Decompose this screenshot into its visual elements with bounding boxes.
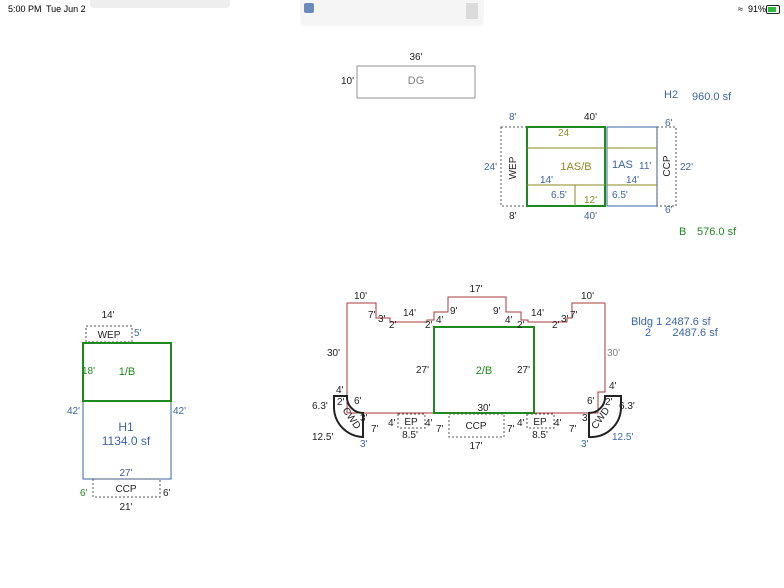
bldg-ccp-label: CCP [465, 421, 486, 432]
ep-right-4b: 4' [554, 418, 562, 429]
bldg-top-right-9: 9' [493, 306, 501, 317]
bldg-right-3b: 3' [582, 413, 590, 424]
dg-label: DG [408, 75, 425, 87]
ep-right-label: EP [533, 417, 547, 428]
h2-ccp-height-dim: 22' [680, 162, 693, 173]
sketch-canvas[interactable]: DG 36' 10' H2 960.0 sf WEP 1AS/B 1AS CCP… [0, 0, 784, 588]
h2-left-top-dim: 8' [509, 112, 517, 123]
h2-ccp-label: CCP [662, 155, 673, 176]
bldg-left-7: 7' [368, 310, 376, 321]
h2-bottom-dim: 40' [584, 211, 597, 222]
bldg-2b-label: 2/B [476, 365, 493, 377]
bldg-left-2b: 2' [425, 320, 433, 331]
bldg-left-63: 6.3' [312, 401, 328, 412]
bldg-left-10: 10' [354, 291, 367, 302]
bldg-left-14: 14' [403, 308, 416, 319]
h2-top-dim: 40' [584, 112, 597, 123]
h2-asb-label: 1AS/B [560, 161, 591, 173]
h2-area: 960.0 sf [692, 91, 732, 103]
h1-b-label: 1/B [119, 366, 136, 378]
bldg-right-10: 10' [581, 291, 594, 302]
bldg-left-4b: 4' [336, 385, 344, 396]
bldg-27-right: 27' [517, 365, 530, 376]
bldg-name-line2: 2 2487.6 sf [645, 327, 719, 339]
h2-wep-label: WEP [508, 156, 519, 179]
bldg-right-3c: 3' [581, 439, 589, 450]
bldg-left-30: 30' [327, 348, 340, 359]
h2-b-inner-dim: 6.5' [551, 190, 567, 201]
b-area: 576.0 sf [697, 226, 737, 238]
ep-left-4b: 4' [425, 418, 433, 429]
h1-name: H1 [118, 420, 134, 434]
h2-left-bottom-dim: 8' [509, 211, 517, 222]
bldg-left-3: 3' [378, 314, 386, 325]
h2-right-top-dim: 6' [665, 118, 673, 129]
h1-sketch[interactable]: WEP 14' 5' 1/B 18' 42' 42' H1 1134.0 sf … [67, 310, 186, 513]
bldg-right-4b: 4' [609, 381, 617, 392]
bldg-right-2a: 2' [517, 320, 525, 331]
h2-as-label: 1AS [612, 159, 633, 171]
h1-area: 1134.0 sf [102, 434, 151, 448]
h2-b-bottom-dim: 12' [584, 195, 597, 206]
bldg-left-125: 12.5' [312, 432, 333, 443]
bldg-left-7b: 7' [371, 424, 379, 435]
ep-left-label: EP [404, 417, 418, 428]
bldg-right-3: 3' [561, 314, 569, 325]
bldg-top-center-dim: 17' [469, 284, 482, 295]
bldg-right-125: 12.5' [612, 432, 633, 443]
cwd-right-label: CWD [590, 406, 613, 432]
bldg-left-6: 6' [354, 396, 362, 407]
bldg-top-left-9: 9' [450, 306, 458, 317]
bldg-27-left: 27' [416, 365, 429, 376]
bldg-ccp-7-right: 7' [507, 424, 515, 435]
bldg-right-4: 4' [505, 315, 513, 326]
bldg-left-2c: 2' [337, 397, 345, 408]
b-name: B [679, 226, 686, 238]
h2-right-bottom-dim: 6' [665, 205, 673, 216]
bldg-right-6: 6' [587, 396, 595, 407]
ep-right-85: 8.5' [532, 430, 548, 441]
dg-depth-label: 10' [341, 76, 354, 87]
h2-wep-height-dim: 24' [484, 162, 497, 173]
bldg-right-30: 30' [607, 348, 620, 359]
bldg-right-2c: 2' [605, 397, 613, 408]
h1-wep-label: WEP [98, 330, 121, 341]
h2-b-top-dim: 24 [558, 128, 570, 139]
dg-width-label: 36' [409, 52, 422, 63]
h1-wep-side-dim: 5' [134, 328, 142, 339]
h2-name: H2 [664, 89, 678, 101]
h1-wep-top-dim: 14' [101, 310, 114, 321]
h1-ccp-left-dim: 6' [80, 488, 88, 499]
h2-as-right-dim: 11' [639, 161, 651, 172]
bldg-sketch[interactable]: 2/B 27' 27' 30' CWD CWD EP EP CCP 17' 9'… [312, 284, 719, 452]
ep-left-85: 8.5' [402, 430, 418, 441]
bldg-left-3b: 3' [360, 413, 368, 424]
ep-right-4a: 4' [517, 418, 525, 429]
h1-ccp-label: CCP [115, 484, 136, 495]
h2-sketch[interactable]: H2 960.0 sf WEP 1AS/B 1AS CCP 8' 40' 8' … [484, 89, 737, 238]
h1-right-dim: 42' [173, 406, 186, 417]
ep-left-4a: 4' [388, 418, 396, 429]
dg-sketch[interactable]: DG 36' 10' [341, 52, 476, 99]
h1-left-dim: 42' [67, 406, 80, 417]
h2-b-left-dim: 14' [540, 175, 553, 186]
bldg-ccp-17: 17' [469, 441, 482, 452]
h2-as-inner-dim: 6.5' [612, 190, 628, 201]
bldg-right-7b: 7' [569, 424, 577, 435]
bldg-ccp-7-left: 7' [436, 424, 444, 435]
bldg-right-2b: 2' [552, 320, 560, 331]
bldg-right-14: 14' [531, 308, 544, 319]
bldg-left-3c: 3' [360, 439, 368, 450]
h2-as-bottom-dim: 14' [626, 175, 639, 186]
bldg-left-2a: 2' [389, 320, 397, 331]
bldg-right-7: 7' [570, 310, 578, 321]
bldg-right-63: 6.3' [619, 401, 635, 412]
bldg-left-4: 4' [436, 315, 444, 326]
h1-house-outline [82, 342, 172, 480]
h1-bottom-inner-dim: 27' [119, 468, 132, 479]
bldg-30-center: 30' [477, 403, 490, 414]
h1-ccp-right-dim: 6' [163, 488, 171, 499]
h1-ccp-bottom-dim: 21' [119, 502, 132, 513]
h1-b-side-dim: 18' [82, 366, 95, 377]
